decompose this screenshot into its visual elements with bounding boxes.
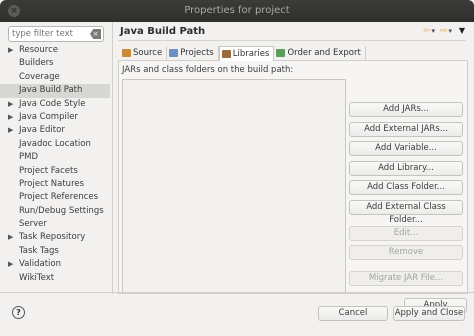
- expand-arrow-icon[interactable]: ▶: [8, 231, 13, 244]
- projects-icon: [169, 49, 179, 57]
- tab-label: Order and Export: [287, 48, 361, 58]
- expand-arrow-icon[interactable]: ▶: [8, 111, 13, 124]
- tree-item[interactable]: ▶ Java Editor: [0, 124, 110, 137]
- migrate-jar-file-button[interactable]: Migrate JAR File...: [349, 271, 463, 286]
- tree-item-label: Project Facets: [19, 165, 78, 176]
- tree-item-label: Java Build Path: [19, 85, 83, 96]
- add-jars-button[interactable]: Add JARs...: [349, 102, 463, 117]
- tree-item-label: Coverage: [19, 71, 60, 82]
- add-library-button[interactable]: Add Library...: [349, 161, 463, 176]
- tree-item[interactable]: Java Build Path: [0, 84, 110, 98]
- title-separator: [118, 40, 466, 41]
- tree-item-label: Validation: [19, 259, 61, 270]
- tab-label: Source: [133, 48, 163, 58]
- filter-input[interactable]: [12, 28, 88, 40]
- tree-item-label: Javadoc Location: [19, 138, 91, 149]
- tab-projects[interactable]: Projects: [167, 46, 219, 60]
- tree-item[interactable]: Project References: [0, 191, 110, 204]
- build-path-tabs: Source Projects Libraries Order and Export: [120, 46, 366, 61]
- add-class-folder-button[interactable]: Add Class Folder...: [349, 180, 463, 195]
- property-page-tree: ▶ Resource Builders Coverage Java Build Path…: [0, 44, 110, 285]
- expand-arrow-icon[interactable]: ▶: [8, 98, 13, 111]
- tree-item[interactable]: WikiText: [0, 272, 110, 285]
- expand-arrow-icon[interactable]: ▶: [8, 44, 13, 57]
- list-label: JARs and class folders on the build path…: [122, 65, 294, 75]
- page-navigation: ⇦▾ ⇨▾ ▼: [423, 26, 466, 36]
- tree-item-label: Builders: [19, 58, 54, 69]
- back-dropdown-icon[interactable]: ▾: [432, 27, 437, 35]
- tree-item-label: Java Compiler: [19, 111, 78, 122]
- tab-label: Projects: [180, 48, 214, 58]
- tree-item-label: WikiText: [19, 272, 55, 283]
- tree-item[interactable]: Run/Debug Settings: [0, 205, 110, 218]
- help-icon[interactable]: ?: [12, 306, 25, 319]
- tree-item[interactable]: ▶ Java Code Style: [0, 98, 110, 111]
- clear-filter-icon[interactable]: ×: [90, 29, 101, 39]
- tree-item[interactable]: Project Natures: [0, 178, 110, 191]
- tree-item[interactable]: Server: [0, 218, 110, 231]
- tree-item[interactable]: Coverage: [0, 71, 110, 84]
- order-icon: [276, 49, 286, 57]
- add-external-class-folder-button[interactable]: Add External Class Folder...: [349, 200, 463, 225]
- tree-item-label: Task Repository: [19, 232, 86, 243]
- apply-and-close-button[interactable]: Apply and Close: [393, 306, 465, 321]
- tree-item[interactable]: ▶ Resource: [0, 44, 110, 57]
- tree-item-label: Java Code Style: [19, 98, 86, 109]
- tab-order-and-export[interactable]: Order and Export: [274, 46, 366, 60]
- tree-item[interactable]: ▶ Task Repository: [0, 231, 110, 244]
- add-external-jars-button[interactable]: Add External JARs...: [349, 122, 463, 137]
- window-title: Properties for project: [184, 5, 290, 16]
- tree-item-label: Project References: [19, 192, 99, 203]
- libraries-icon: [221, 50, 231, 58]
- page-title: Java Build Path: [120, 26, 206, 37]
- properties-dialog: × ▶ Resource Builders Coverage Java Build Pa…: [0, 22, 474, 336]
- tree-item-label: Server: [19, 219, 47, 230]
- build-path-list[interactable]: [122, 79, 346, 293]
- filter-field[interactable]: ×: [8, 26, 104, 42]
- tab-source[interactable]: Source: [120, 46, 168, 60]
- cancel-button[interactable]: Cancel: [318, 306, 388, 321]
- tab-libraries[interactable]: Libraries: [218, 46, 275, 61]
- tree-item-label: Run/Debug Settings: [19, 205, 104, 216]
- tree-item-label: Task Tags: [19, 245, 59, 256]
- tree-item[interactable]: Javadoc Location: [0, 138, 110, 151]
- back-arrow-icon[interactable]: ⇦: [423, 26, 432, 36]
- view-menu-icon[interactable]: ▼: [459, 26, 466, 35]
- edit-button[interactable]: Edit...: [349, 226, 463, 241]
- tree-item[interactable]: Builders: [0, 57, 110, 70]
- tree-item[interactable]: Project Facets: [0, 165, 110, 178]
- tree-item[interactable]: Task Tags: [0, 245, 110, 258]
- tree-item-label: Resource: [19, 45, 58, 55]
- pane-divider[interactable]: [112, 22, 113, 294]
- tab-label: Libraries: [232, 49, 270, 59]
- tree-item-label: PMD: [19, 152, 39, 163]
- remove-button[interactable]: Remove: [349, 245, 463, 260]
- source-icon: [122, 49, 131, 57]
- window-titlebar: × Properties for project: [0, 0, 474, 22]
- tree-item-label: Java Editor: [19, 125, 65, 136]
- add-variable-button[interactable]: Add Variable...: [349, 141, 463, 156]
- expand-arrow-icon[interactable]: ▶: [8, 258, 13, 271]
- tree-item-label: Project Natures: [19, 178, 85, 189]
- tree-item[interactable]: ▶ Java Compiler: [0, 111, 110, 124]
- forward-dropdown-icon[interactable]: ▾: [448, 27, 453, 35]
- tree-item[interactable]: ▶ Validation: [0, 258, 110, 271]
- tree-item[interactable]: PMD: [0, 151, 110, 164]
- expand-arrow-icon[interactable]: ▶: [8, 124, 13, 137]
- footer-separator: [0, 292, 474, 293]
